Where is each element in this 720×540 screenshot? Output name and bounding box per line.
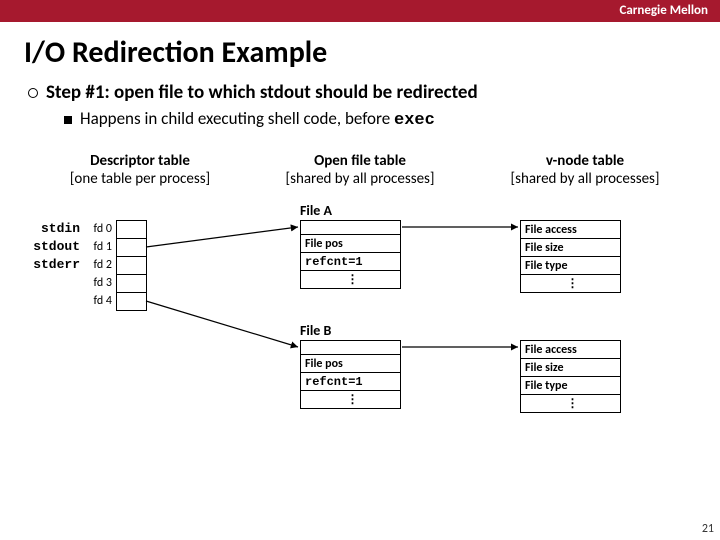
bullet2-code: exec [394, 111, 435, 130]
vna-dots: ⋮ [521, 275, 621, 293]
stderr-label: stderr [28, 256, 80, 274]
filea-box: File pos refcnt=1 ⋮ [300, 220, 401, 289]
descriptor-table [116, 220, 147, 311]
fileb-dots: ⋮ [301, 391, 401, 409]
brand-text: Carnegie Mellon [619, 3, 708, 18]
h1-title: Descriptor table [40, 152, 240, 170]
bullet-list: Step #1: open file to which stdout shoul… [28, 81, 720, 130]
filea-ref: refcnt=1 [301, 253, 401, 271]
bullet2-text: Happens in child executing shell code, b… [80, 108, 394, 129]
fileb-box: File pos refcnt=1 ⋮ [300, 340, 401, 409]
circle-bullet-icon [28, 88, 38, 98]
fd4: fd 4 [86, 292, 112, 310]
slide-title: I/O Redirection Example [24, 34, 696, 71]
bullet1-text: Step #1: open file to which stdout shoul… [46, 81, 478, 104]
vna-size: File size [521, 239, 621, 257]
vnb-type: File type [521, 377, 621, 395]
header-descriptor: Descriptor table[one table per process] [40, 152, 240, 188]
header-vnode: v-node table[shared by all processes] [480, 152, 690, 188]
fileb-ref: refcnt=1 [301, 373, 401, 391]
bullet-level2: Happens in child executing shell code, b… [64, 108, 720, 130]
h3-sub: [shared by all processes] [480, 170, 690, 188]
h2-sub: [shared by all processes] [250, 170, 470, 188]
filea-pos: File pos [301, 235, 401, 253]
fd-stream-labels: stdin stdout stderr [28, 220, 80, 274]
stdin-label: stdin [28, 220, 80, 238]
fd2: fd 2 [86, 256, 112, 274]
filea-dots: ⋮ [301, 271, 401, 289]
filea-label: File A [300, 202, 332, 219]
page-number: 21 [702, 522, 714, 536]
diagram: stdin stdout stderr fd 0 fd 1 fd 2 fd 3 … [0, 202, 720, 462]
vnode-a-box: File access File size File type ⋮ [520, 220, 621, 293]
square-bullet-icon [64, 116, 72, 124]
h3-title: v-node table [480, 152, 690, 170]
vna-type: File type [521, 257, 621, 275]
h2-title: Open file table [250, 152, 470, 170]
column-headers: Descriptor table[one table per process] … [0, 152, 720, 188]
h1-sub: [one table per process] [40, 170, 240, 188]
fileb-label: File B [300, 322, 331, 339]
stdout-label: stdout [28, 238, 80, 256]
vnb-access: File access [521, 341, 621, 359]
fd1: fd 1 [86, 238, 112, 256]
vnb-size: File size [521, 359, 621, 377]
brand-bar: Carnegie Mellon [0, 0, 720, 22]
fileb-pos: File pos [301, 355, 401, 373]
fd0: fd 0 [86, 220, 112, 238]
vnb-dots: ⋮ [521, 395, 621, 413]
vnode-b-box: File access File size File type ⋮ [520, 340, 621, 413]
header-openfile: Open file table[shared by all processes] [250, 152, 470, 188]
vna-access: File access [521, 221, 621, 239]
fd-numbers: fd 0 fd 1 fd 2 fd 3 fd 4 [86, 220, 112, 310]
bullet-level1: Step #1: open file to which stdout shoul… [28, 81, 720, 104]
fd3: fd 3 [86, 274, 112, 292]
